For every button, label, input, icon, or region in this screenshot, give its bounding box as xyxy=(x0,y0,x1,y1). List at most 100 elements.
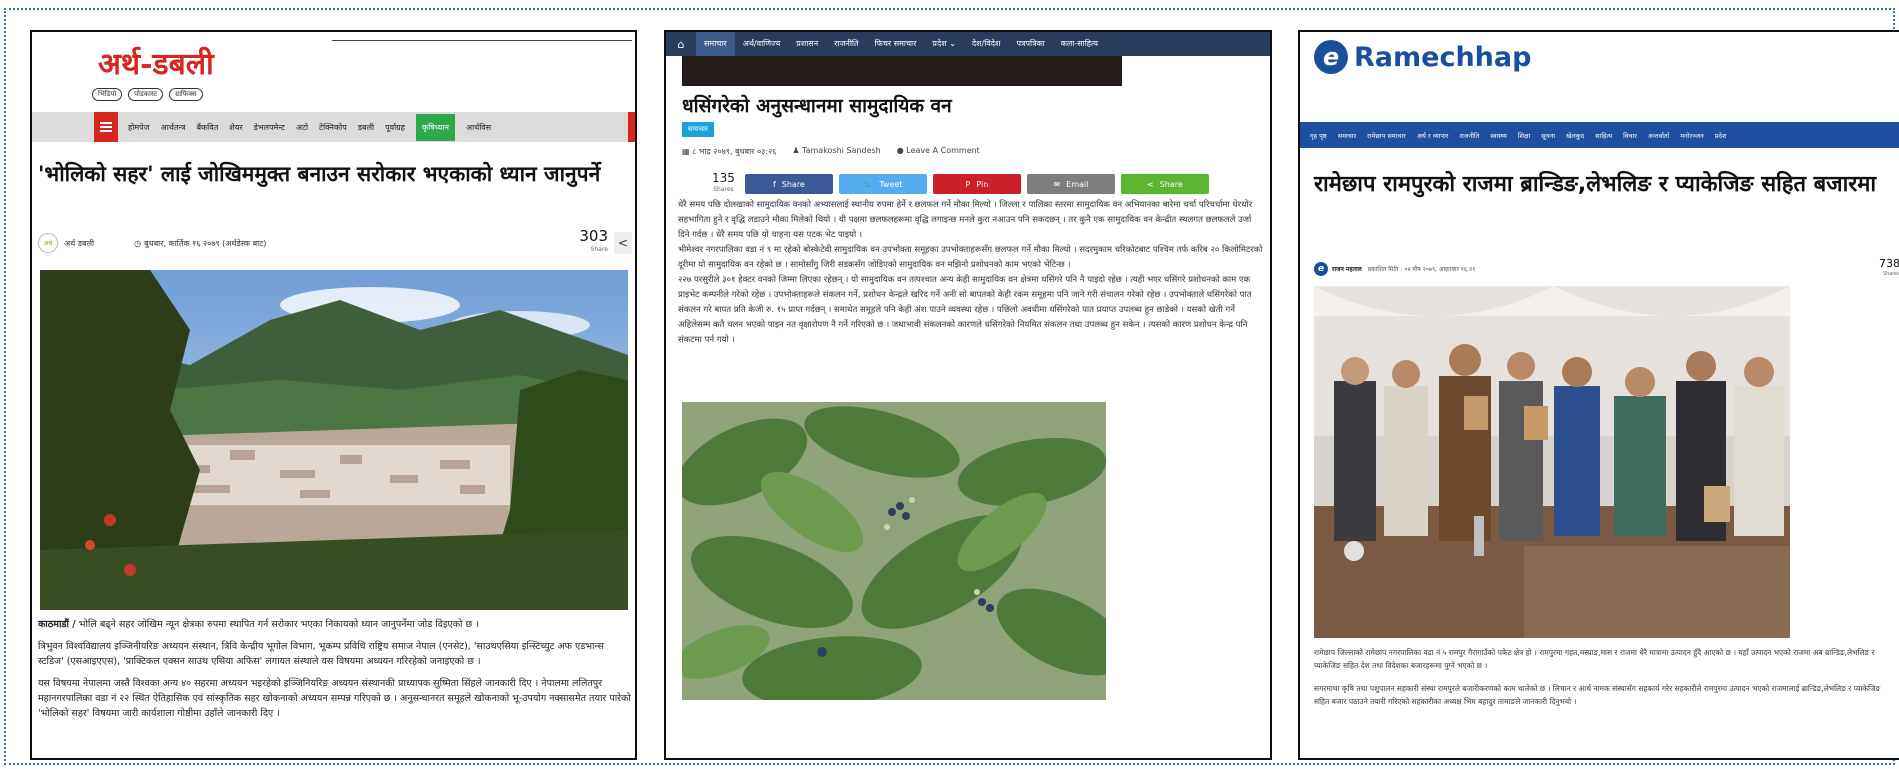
share-count: 738 Shares xyxy=(1879,258,1899,280)
author-avatar: अर्थ xyxy=(38,233,58,253)
home-icon[interactable]: ⌂ xyxy=(666,38,696,51)
article-body: काठमाडौं / भोलि बढ्ने सहर जोखिम न्यून क्… xyxy=(38,617,632,728)
share-button-label: Share xyxy=(781,179,805,189)
nav-item[interactable]: पूर्वाग्रह xyxy=(385,122,405,133)
media-pills: भिडियो पोडकास्ट ग्राफिक्स xyxy=(92,88,203,101)
article-title: 'भोलिको सहर' लाई जोखिममुक्त बनाउन सरोकार… xyxy=(38,162,601,186)
nav-item[interactable]: अर्थ/वाणिज्य xyxy=(735,32,789,56)
nav-item[interactable]: कृषिध्यान xyxy=(415,113,455,141)
calendar-icon: ▦ xyxy=(682,147,693,156)
share-count: 135 Shares xyxy=(712,172,735,196)
nav-item[interactable]: आर्थविस xyxy=(466,122,491,133)
nav-item[interactable]: खेलकुद xyxy=(1566,131,1584,140)
share-button-icon: f xyxy=(772,179,776,189)
pill-video[interactable]: भिडियो xyxy=(92,88,123,101)
share-button-icon: ✉ xyxy=(1053,179,1061,189)
nav-items: होमपेज आर्थतन्त्र बैंकवित शेयर डेभलपमेन्ट अटो… xyxy=(128,112,491,142)
article-meta: अर्थ अर्थ डबली ◷ बुधबार, कार्तिक १६ २०७९… xyxy=(38,228,632,258)
nav-item[interactable]: आर्थतन्त्र xyxy=(161,122,186,133)
nav-item[interactable]: समाचार xyxy=(696,32,735,56)
comment-group: ● Leave A Comment xyxy=(897,146,980,157)
nav-item[interactable]: कला-साहित्य xyxy=(1053,32,1106,56)
nav-item[interactable]: अर्थ र व्यापार xyxy=(1417,131,1449,140)
main-nav: होमपेज आर्थतन्त्र बैंकवित शेयर डेभलपमेन्ट अटो… xyxy=(32,112,635,142)
news-panel-e-ramechhap: e Ramechhap गृह पृष्ठ समाचार रामेछाप समाचा… xyxy=(1298,30,1899,760)
paragraph-2: भीमेश्वर नगरपालिका वडा नं ९ मा रहेको बोस… xyxy=(678,245,1263,270)
share-button[interactable]: P Pin xyxy=(932,174,1021,194)
nav-item[interactable]: मनोरञ्जन xyxy=(1680,131,1704,140)
author-group: ♟ Tamakoshi Sandesh xyxy=(792,146,880,157)
nav-item[interactable]: स्वास्थ्य xyxy=(1490,131,1507,140)
share-button-icon: P xyxy=(965,179,971,189)
paragraph-1: रामेछाप जिल्लाको रामेछाप नगरपालिका वडा न… xyxy=(1314,648,1875,670)
share-count-value: 135 xyxy=(712,171,735,185)
nav-item[interactable]: रामेछाप समाचार xyxy=(1367,131,1406,140)
article-photo-kathmandu-valley xyxy=(40,270,628,610)
pill-podcast[interactable]: पोडकास्ट xyxy=(128,88,164,101)
article-meta: e राजन महताल प्रकाशित मिति : ०४ पौष २०७९… xyxy=(1314,258,1899,280)
main-nav: गृह पृष्ठ समाचार रामेछाप समाचार अर्थ र व्या… xyxy=(1300,122,1899,148)
paragraph-3: यस विषयमा नेपालमा जस्तै विश्वका अन्य ४० … xyxy=(38,678,631,719)
publish-date-group: ▦ ८ भाद्र २०७९, बुधबार ०३:२६ xyxy=(682,146,776,157)
nav-edge-accent xyxy=(628,112,635,142)
site-logo[interactable]: अर्थ-डबली xyxy=(98,42,214,83)
nav-item[interactable]: साहित्य xyxy=(1595,131,1612,140)
share-button[interactable]: 🐦 Tweet xyxy=(838,174,927,194)
nav-item[interactable]: सूचना xyxy=(1541,131,1555,140)
nav-item[interactable]: प्रशासन xyxy=(788,32,826,56)
nav-item[interactable]: देश/विदेश xyxy=(964,32,1009,56)
article-photo-product-launch xyxy=(1314,286,1790,638)
news-panel-artha-dabali: अर्थ-डबली भिडियो पोडकास्ट ग्राफिक्स होमप… xyxy=(30,30,637,760)
share-count: 303 Share xyxy=(579,229,608,257)
nav-item[interactable]: राजनीति xyxy=(826,32,866,56)
share-count-label: Shares xyxy=(1882,271,1899,277)
publish-date: बुधबार, कार्तिक १६ २०७९ (अर्थडेस्क बाट) xyxy=(144,238,267,248)
nav-item[interactable]: शिक्षा xyxy=(1518,131,1530,140)
nav-item[interactable]: फिचर समाचार xyxy=(867,32,925,56)
nav-item[interactable]: होमपेज xyxy=(128,122,150,133)
share-button[interactable]: < Share xyxy=(1120,174,1209,194)
share-count-label: Shares xyxy=(713,186,734,193)
paragraph-2: सगरमाथा कृषि तथा पशुपालन सहकारी संस्था र… xyxy=(1314,684,1881,706)
hamburger-menu-icon[interactable] xyxy=(94,112,118,142)
nav-item[interactable]: प्रदेश xyxy=(1715,131,1727,140)
share-bar: 135 Shares f Share 🐦 Tweet P Pin ✉ Email < Share xyxy=(712,172,1209,196)
article-title: रामेछाप रामपुरको राजमा ब्रान्डिङ,लेभलिङ … xyxy=(1314,172,1877,197)
nav-item[interactable]: प्रदेश ⌄ xyxy=(924,32,964,56)
article-body: धेरै समय पछि दोलखाको सामुदायिक वनको अभ्य… xyxy=(678,198,1263,348)
author-name[interactable]: Tamakoshi Sandesh xyxy=(802,146,881,155)
paragraph-1: धेरै समय पछि दोलखाको सामुदायिक वनको अभ्य… xyxy=(678,200,1253,240)
nav-item[interactable]: गृह पृष्ठ xyxy=(1310,131,1327,140)
share-button-label: Share xyxy=(1159,179,1183,189)
pill-graphics[interactable]: ग्राफिक्स xyxy=(169,88,203,101)
share-button-label: Email xyxy=(1066,179,1089,189)
article-photo-plant-leaves xyxy=(682,402,1106,700)
paragraph-3: २२७ परसुरीले ३०१ हेक्टर वनको जिम्मा लिएक… xyxy=(678,275,1252,345)
nav-item[interactable]: शेयर xyxy=(229,122,242,133)
share-button-label: Tweet xyxy=(879,179,903,189)
share-icon[interactable]: < xyxy=(614,232,632,254)
nav-item[interactable]: डबली xyxy=(358,122,374,133)
publish-date: प्रकाशित मिति : ०४ पौष २०७९, आइतबार १६:२… xyxy=(1367,266,1476,273)
nav-item[interactable]: टेक्निकोप xyxy=(319,122,347,133)
nav-item[interactable]: डेभलपमेन्ट xyxy=(254,122,285,133)
nav-item[interactable]: अटो xyxy=(296,122,308,133)
share-count-label: Share xyxy=(590,246,608,253)
nav-item[interactable]: बैंकवित xyxy=(196,122,218,133)
dateline: काठमाडौं / xyxy=(38,619,76,630)
comment-icon: ● xyxy=(896,146,907,155)
nav-item[interactable]: राजनीति xyxy=(1459,131,1479,140)
article-body: रामेछाप जिल्लाको रामेछाप नगरपालिका वडा न… xyxy=(1314,646,1890,718)
share-button[interactable]: f Share xyxy=(744,174,833,194)
site-logo[interactable]: e Ramechhap xyxy=(1314,40,1531,74)
hero-image-strip xyxy=(682,56,1122,86)
share-button[interactable]: ✉ Email xyxy=(1026,174,1115,194)
comment-link[interactable]: Leave A Comment xyxy=(906,146,980,155)
nav-item[interactable]: अन्तर्वार्ता xyxy=(1648,131,1669,140)
author-name[interactable]: राजन महताल xyxy=(1332,265,1362,273)
nav-item[interactable]: विचार xyxy=(1623,131,1637,140)
category-badge[interactable]: समाचार xyxy=(682,122,714,137)
author-name[interactable]: अर्थ डबली xyxy=(64,238,94,249)
nav-item[interactable]: पत्रपत्रिका xyxy=(1009,32,1053,56)
nav-item[interactable]: समाचार xyxy=(1338,131,1356,140)
